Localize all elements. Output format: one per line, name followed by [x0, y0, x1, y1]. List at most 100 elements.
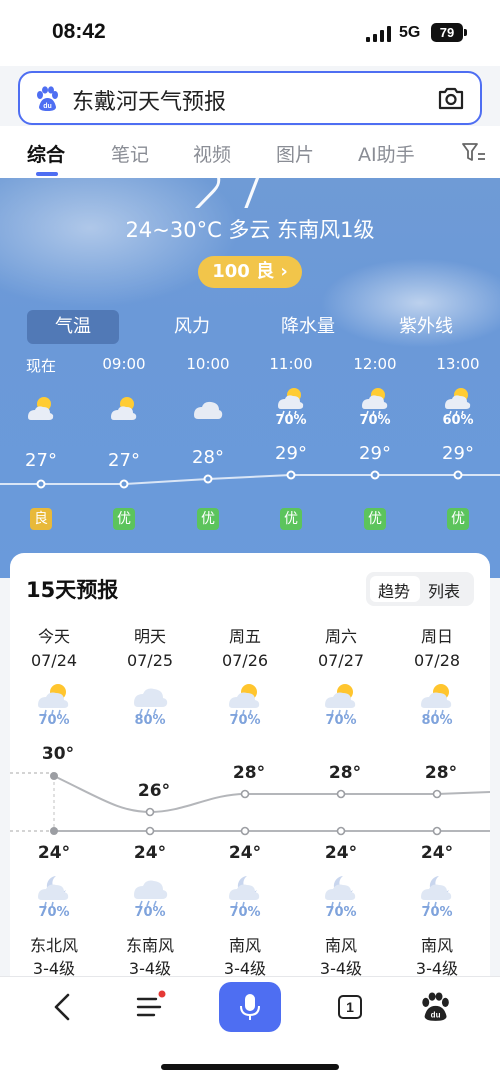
- forecast-title: 15天预报: [26, 578, 119, 602]
- hour-time: 11:00: [269, 355, 313, 373]
- forecast-date: 07/28: [413, 651, 461, 670]
- hour-time: 现在: [25, 357, 56, 375]
- wind-direction: 东南风: [125, 936, 174, 955]
- low-temperature: 24°: [420, 843, 454, 863]
- partly-sunny-icon: [28, 397, 54, 420]
- night-precip-probability: 70%: [421, 905, 453, 920]
- svg-text:du: du: [43, 103, 52, 110]
- camera-icon[interactable]: [436, 84, 466, 112]
- forecast-date: 07/26: [221, 651, 269, 670]
- tab-all[interactable]: 综合: [27, 140, 65, 167]
- tab-indicator: [36, 172, 58, 176]
- night-precip-probability: 70%: [38, 905, 70, 920]
- wind-direction: 南风: [420, 936, 453, 955]
- wind-direction: 南风: [324, 936, 357, 955]
- hour-time: 09:00: [102, 355, 146, 373]
- air-quality-badge: 优: [364, 508, 386, 530]
- hour-precip-probability: 70%: [275, 413, 307, 428]
- hour-temperature: 29°: [442, 443, 474, 464]
- low-temperature: 24°: [133, 843, 167, 863]
- menu-icon[interactable]: [134, 990, 166, 1022]
- day-precip-probability: 70%: [229, 713, 261, 728]
- hour-temp-point: [370, 470, 380, 480]
- battery-tip: [464, 29, 467, 36]
- air-quality-badge: 优: [280, 508, 302, 530]
- day-precip-probability: 80%: [134, 713, 166, 728]
- back-icon[interactable]: [50, 992, 74, 1022]
- hour-time: 12:00: [353, 355, 397, 373]
- forecast-date: 07/24: [30, 651, 78, 670]
- search-tabs: [0, 126, 500, 178]
- sun-rain-icon: [421, 684, 452, 715]
- hour-temp-point: [453, 470, 463, 480]
- low-temp-point: [432, 826, 442, 836]
- tab-ai-assistant[interactable]: AI助手: [358, 140, 415, 167]
- day-precip-probability: 70%: [38, 713, 70, 728]
- low-temp-point: [145, 826, 155, 836]
- high-temp-point: [432, 789, 442, 799]
- high-temp-point: [145, 807, 155, 817]
- metric-tab-uv[interactable]: 紫外线: [380, 310, 472, 344]
- low-temp-point: [240, 826, 250, 836]
- hour-temp-point: [203, 474, 213, 484]
- rain-icon: [134, 688, 168, 715]
- tabs-count-button[interactable]: 1: [338, 995, 362, 1019]
- sun-rain-icon: [445, 388, 471, 415]
- status-time: 08:42: [52, 20, 106, 43]
- high-temp-point: [336, 789, 346, 799]
- cloud-icon: [194, 401, 223, 419]
- microphone-icon: [240, 994, 260, 1020]
- home-indicator: [161, 1064, 339, 1070]
- toggle-trend[interactable]: 趋势: [378, 578, 410, 602]
- search-input[interactable]: 东戴河天气预报: [72, 84, 226, 116]
- sun-rain-icon: [229, 684, 260, 715]
- signal-icon: [366, 26, 391, 42]
- forecast-date: 07/25: [126, 651, 174, 670]
- hour-temperature: 29°: [359, 443, 391, 464]
- wind-direction: 南风: [228, 936, 261, 955]
- metric-tab-temperature[interactable]: 气温: [27, 310, 119, 344]
- metric-tab-wind[interactable]: 风力: [146, 310, 238, 344]
- air-quality-badge: 优: [113, 508, 135, 530]
- tab-videos[interactable]: 视频: [193, 140, 231, 167]
- forecast-temperature-chart: [10, 772, 490, 836]
- hour-time: 10:00: [186, 355, 230, 373]
- day-precip-probability: 80%: [421, 713, 453, 728]
- sun-rain-icon: [325, 684, 356, 715]
- filter-icon[interactable]: [462, 142, 486, 164]
- metric-tab-precipitation[interactable]: 降水量: [262, 310, 354, 344]
- forecast-day-name: 明天: [133, 627, 166, 646]
- night-precip-probability: 70%: [134, 905, 166, 920]
- night-precip-probability: 70%: [325, 905, 357, 920]
- low-temperature: 24°: [324, 843, 358, 863]
- forecast-day-name: 周日: [420, 627, 453, 646]
- hour-time: 13:00: [436, 355, 480, 373]
- battery-icon: 79: [431, 23, 463, 42]
- aqi-badge[interactable]: 100 良 ›: [198, 256, 302, 288]
- low-temperature: 24°: [37, 843, 71, 863]
- moon-cloud-icon: [229, 876, 260, 907]
- high-temp-point: [50, 772, 58, 780]
- toggle-list[interactable]: 列表: [428, 578, 460, 602]
- sun-rain-icon: [38, 684, 69, 715]
- moon-cloud-icon: [325, 876, 356, 907]
- moon-cloud-icon: [38, 876, 69, 907]
- network-type: 5G: [399, 24, 421, 41]
- air-quality-badge: 良: [30, 508, 52, 530]
- tab-notes[interactable]: 笔记: [111, 140, 149, 167]
- current-temperature: 27: [188, 178, 269, 208]
- tab-images[interactable]: 图片: [276, 140, 314, 167]
- sun-rain-icon: [362, 388, 388, 415]
- hour-temp-point: [36, 479, 46, 489]
- hour-temp-point: [119, 479, 129, 489]
- hourly-temperature-line: [0, 470, 500, 489]
- hour-precip-probability: 70%: [359, 413, 391, 428]
- forecast-day-name: 周五: [228, 627, 261, 646]
- hour-temp-point: [286, 470, 296, 480]
- wind-direction: 东北风: [29, 936, 78, 955]
- forecast-day-name: 今天: [37, 627, 70, 646]
- baidu-home-icon[interactable]: du: [420, 992, 450, 1022]
- notification-dot-icon: [158, 990, 166, 998]
- baidu-paw-icon: du: [37, 86, 58, 111]
- forecast-date: 07/27: [317, 651, 365, 670]
